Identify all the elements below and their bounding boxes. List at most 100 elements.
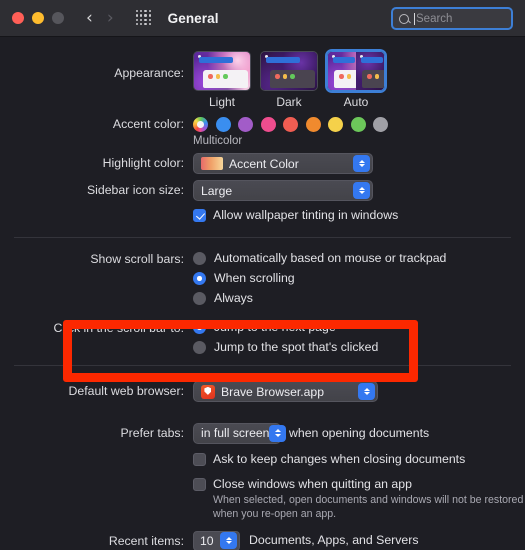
chevron-updown-icon[interactable]	[269, 424, 287, 442]
accent-swatch-pink[interactable]	[260, 117, 276, 132]
text-caret	[414, 12, 415, 25]
dark-theme-label: Dark	[276, 95, 302, 109]
sidebar-icon-size-value: Large	[201, 183, 233, 198]
default-browser-label: Default web browser:	[68, 384, 184, 398]
page-title: General	[167, 10, 219, 26]
scroll-bar-click-option-spot-clicked-label: Jump to the spot that's clicked	[214, 340, 379, 354]
highlight-color-swatch	[201, 157, 223, 170]
highlight-color-dropdown[interactable]: Accent Color	[193, 153, 373, 174]
radio-automatic[interactable]	[193, 252, 206, 265]
accent-swatch-orange[interactable]	[305, 117, 321, 132]
brave-browser-icon	[201, 384, 215, 399]
close-windows-checkbox-row[interactable]: Close windows when quitting an app	[193, 477, 525, 492]
appearance-options: Light Dark Auto	[193, 49, 525, 109]
ask-keep-changes-label: Ask to keep changes when closing documen…	[213, 451, 466, 466]
chevron-updown-icon[interactable]	[353, 182, 370, 199]
close-windows-help-line-1: When selected, open documents and window…	[213, 493, 524, 506]
accent-color-caption: Multicolor	[193, 135, 243, 147]
scroll-bar-click-option-spot-clicked[interactable]: Jump to the spot that's clicked	[193, 340, 525, 355]
scroll-bar-click-label: Click in the scroll bar to:	[53, 321, 184, 335]
sidebar-icon-size-row: Sidebar icon size: Large	[0, 180, 525, 201]
scroll-bars-option-always-label: Always	[214, 291, 253, 305]
default-browser-value: Brave Browser.app	[221, 384, 324, 399]
chevron-updown-icon[interactable]	[358, 383, 375, 400]
recent-items-stepper[interactable]: 10	[193, 530, 240, 550]
preferences-content: Appearance: Light Dark Auto Accent color…	[0, 37, 525, 550]
grid-view-icon[interactable]	[135, 10, 152, 26]
highlight-color-row: Highlight color: Accent Color	[0, 153, 525, 175]
recent-items-label: Recent items:	[108, 533, 184, 548]
chevron-updown-icon[interactable]	[353, 155, 370, 172]
prefer-tabs-label: Prefer tabs:	[120, 425, 184, 440]
close-windows-label: Close windows when quitting an app	[213, 476, 412, 491]
sidebar-icon-size-label: Sidebar icon size:	[86, 183, 184, 197]
dark-theme-thumbnail[interactable]	[260, 51, 318, 91]
accent-color-label: Accent color:	[112, 117, 184, 131]
zoom-button[interactable]	[52, 12, 64, 24]
radio-spot-clicked[interactable]	[193, 341, 206, 354]
scroll-bars-label: Show scroll bars:	[90, 252, 184, 266]
prefer-tabs-suffix: when opening documents	[289, 425, 430, 440]
ask-keep-changes-checkbox-row[interactable]: Ask to keep changes when closing documen…	[193, 452, 525, 467]
accent-swatch-yellow[interactable]	[328, 117, 343, 132]
scroll-bars-option-always[interactable]: Always	[193, 291, 525, 306]
radio-next-page[interactable]	[193, 321, 206, 334]
prefer-tabs-row: Prefer tabs: in full screen when opening…	[0, 422, 525, 444]
close-windows-checkbox[interactable]	[193, 477, 206, 491]
default-browser-dropdown[interactable]: Brave Browser.app	[193, 381, 378, 402]
scroll-bars-option-auto[interactable]: Automatically based on mouse or trackpad	[193, 251, 525, 266]
accent-swatch-red[interactable]	[283, 117, 298, 132]
scroll-bars-row: Show scroll bars: Automatically based on…	[0, 251, 525, 311]
section-divider-1	[14, 237, 511, 238]
auto-theme-thumbnail[interactable]	[325, 49, 387, 93]
appearance-option-dark[interactable]: Dark	[260, 51, 318, 109]
scroll-bar-click-option-next-page[interactable]: Jump to the next page	[193, 320, 525, 335]
close-windows-row: Close windows when quitting an app When …	[0, 477, 525, 521]
appearance-label: Appearance:	[114, 66, 184, 80]
radio-when-scrolling[interactable]	[193, 272, 206, 285]
sidebar-icon-size-dropdown[interactable]: Large	[193, 180, 373, 201]
accent-swatch-green[interactable]	[350, 117, 366, 132]
auto-theme-label: Auto	[343, 95, 369, 109]
scroll-bars-option-when-scrolling-label: When scrolling	[214, 271, 295, 285]
back-icon[interactable]: ‹	[86, 9, 93, 27]
radio-always[interactable]	[193, 292, 206, 305]
prefer-tabs-dropdown[interactable]: in full screen	[193, 422, 287, 444]
scroll-bars-option-auto-label: Automatically based on mouse or trackpad	[214, 251, 447, 265]
chevron-updown-icon[interactable]	[220, 532, 237, 549]
wallpaper-tinting-checkbox-row[interactable]: Allow wallpaper tinting in windows	[193, 208, 525, 223]
forward-icon[interactable]: ›	[107, 9, 114, 27]
accent-swatch-blue[interactable]	[215, 117, 231, 132]
appearance-option-auto[interactable]: Auto	[325, 49, 387, 109]
wallpaper-tinting-checkbox[interactable]	[193, 209, 206, 222]
window-toolbar: ‹ › General Search	[0, 0, 525, 37]
wallpaper-tinting-label: Allow wallpaper tinting in windows	[213, 208, 399, 222]
wallpaper-tinting-row: Allow wallpaper tinting in windows	[0, 208, 525, 228]
traffic-lights	[12, 12, 64, 24]
prefer-tabs-value: in full screen	[201, 426, 270, 440]
minimize-button[interactable]	[32, 12, 44, 24]
accent-color-swatches	[193, 117, 525, 132]
system-preferences-window: ‹ › General Search Appearance: Light Dar…	[0, 0, 525, 550]
appearance-row: Appearance: Light Dark Auto	[0, 49, 525, 109]
highlight-color-label: Highlight color:	[102, 156, 184, 170]
section-divider-2	[14, 365, 511, 366]
light-theme-thumbnail[interactable]	[193, 51, 251, 91]
accent-swatch-graphite[interactable]	[373, 117, 388, 132]
highlight-color-value: Accent Color	[229, 156, 299, 171]
accent-swatch-purple[interactable]	[238, 117, 253, 132]
scroll-bars-option-when-scrolling[interactable]: When scrolling	[193, 271, 525, 286]
search-field[interactable]: Search	[391, 7, 513, 30]
ask-keep-changes-row: Ask to keep changes when closing documen…	[0, 452, 525, 472]
light-theme-label: Light	[208, 95, 236, 109]
ask-keep-changes-checkbox[interactable]	[193, 452, 206, 466]
close-windows-help-line-2: when you re-open an app.	[213, 507, 337, 520]
recent-items-row: Recent items: 10 Documents, Apps, and Se…	[0, 530, 525, 550]
default-browser-row: Default web browser: Brave Browser.app	[0, 381, 525, 404]
accent-swatch-multicolor[interactable]	[193, 117, 208, 132]
appearance-option-light[interactable]: Light	[193, 51, 251, 109]
search-icon	[399, 13, 409, 24]
recent-items-value: 10	[200, 533, 214, 548]
scroll-bar-click-row: Click in the scroll bar to: Jump to the …	[0, 320, 525, 360]
close-button[interactable]	[12, 12, 24, 24]
